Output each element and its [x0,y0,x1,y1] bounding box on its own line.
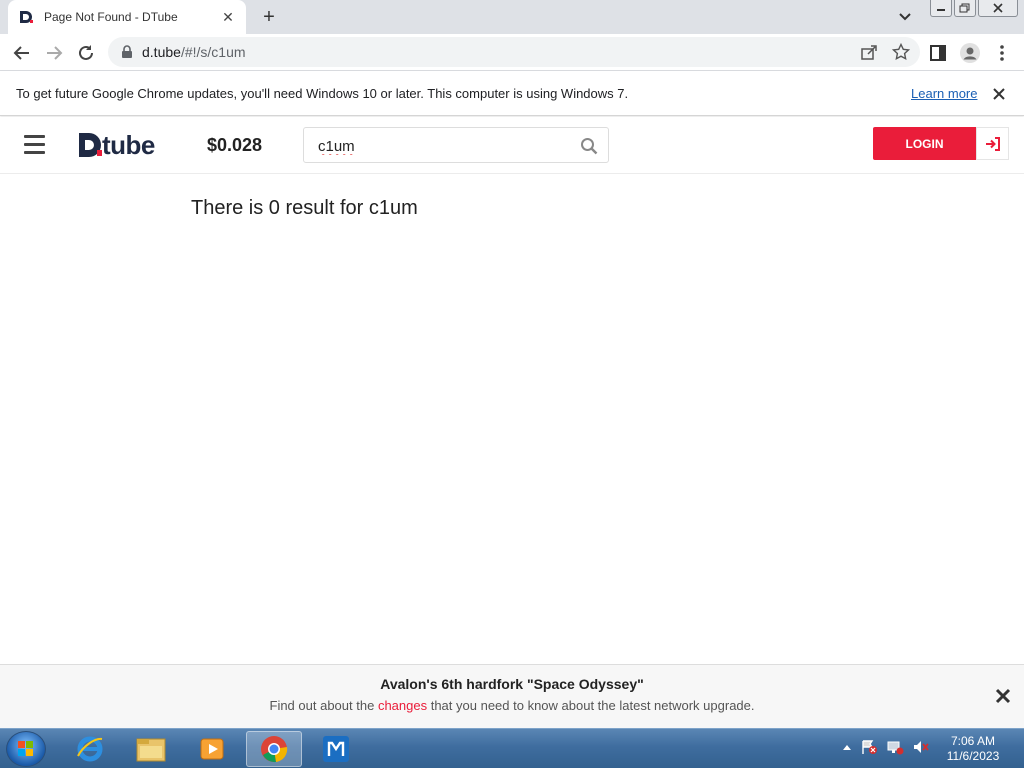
update-infobar: To get future Google Chrome updates, you… [0,71,1024,116]
system-tray [842,739,930,755]
side-panel-button[interactable] [926,41,950,65]
back-arrow-icon [13,46,29,60]
banner-changes-link[interactable]: changes [378,698,427,713]
dtube-logo[interactable]: tube [78,130,155,160]
browser-toolbar: d.tube/#!/s/c1um [0,34,1024,71]
internet-explorer-icon [77,736,103,762]
login-icon-button[interactable] [976,127,1009,160]
media-player-icon [200,738,224,760]
chrome-menu-button[interactable] [990,41,1014,65]
banner-subtitle: Find out about the changes that you need… [0,698,1024,713]
site-header: tube $0.028 LOGIN [0,117,1024,174]
dtc-price: $0.028 [207,135,263,155]
logo-wordmark: tube [102,129,155,160]
lock-icon [122,45,132,58]
taskbar-media-player[interactable] [184,731,240,767]
clock-time: 7:06 AM [950,734,996,748]
banner-text-after: that you need to know about the latest n… [430,698,755,713]
windows-logo-icon [18,741,33,756]
tab-strip: Page Not Found - DTube ✕ + [0,0,1024,34]
taskbar-clock[interactable]: 7:06 AM 11/6/2023 [940,734,1006,764]
share-icon[interactable] [860,43,878,61]
network-icon[interactable] [886,739,904,755]
taskbar-chrome[interactable] [246,731,302,767]
profile-avatar-icon [960,43,980,63]
sign-in-icon [985,136,1000,151]
infobar-message: To get future Google Chrome updates, you… [16,86,629,101]
side-panel-icon [930,45,946,61]
browser-tab[interactable]: Page Not Found - DTube ✕ [8,0,246,34]
minimize-icon [937,9,945,11]
kebab-menu-icon [1000,45,1004,61]
banner-title: Avalon's 6th hardfork "Space Odyssey" [380,676,644,692]
announcement-banner: Avalon's 6th hardfork "Space Odyssey" Fi… [0,664,1024,728]
taskbar-maxthon[interactable] [308,731,364,767]
bookmark-star-icon[interactable] [892,43,910,61]
tab-search-chevron-icon[interactable] [896,8,914,26]
maxthon-icon [323,736,349,762]
action-center-flag-icon[interactable] [860,739,878,755]
dtube-logo-mark-icon [79,133,102,157]
forward-arrow-icon [47,46,63,60]
start-button[interactable] [6,731,46,767]
search-result-message: There is 0 result for c1um [191,197,418,219]
chrome-icon [261,736,288,763]
learn-more-link[interactable]: Learn more [911,86,977,101]
search-icon[interactable] [580,137,598,155]
restore-icon [959,3,970,13]
taskbar-internet-explorer[interactable] [62,731,118,767]
clock-date: 11/6/2023 [946,749,1000,763]
login-button[interactable]: LOGIN [873,127,976,160]
new-tab-button[interactable]: + [258,6,280,28]
close-window-icon [993,3,1003,13]
volume-muted-icon[interactable] [912,739,930,755]
tab-close-icon[interactable]: ✕ [220,9,236,25]
omnibox-actions [860,43,910,61]
restore-button[interactable] [954,0,976,17]
tab-title: Page Not Found - DTube [44,10,178,24]
profile-button[interactable] [958,41,982,65]
hamburger-menu-icon[interactable] [24,135,45,155]
reload-icon [79,45,93,60]
forward-button[interactable] [42,41,66,65]
back-button[interactable] [10,41,34,65]
url-host: d.tube [142,44,181,60]
url-path: /#!/s/c1um [180,44,246,60]
banner-close-icon[interactable] [994,687,1012,705]
url-text: d.tube/#!/s/c1um [142,44,246,60]
search-input[interactable] [318,136,568,156]
search-box [303,127,609,163]
reload-button[interactable] [74,41,98,65]
tray-overflow-arrow-icon[interactable] [842,743,852,751]
taskbar-file-explorer[interactable] [123,731,179,767]
banner-text-before: Find out about the [269,698,375,713]
folder-icon [136,738,166,762]
minimize-button[interactable] [930,0,952,17]
windows-taskbar: 7:06 AM 11/6/2023 [0,728,1024,768]
close-window-button[interactable] [978,0,1018,17]
window-controls [930,0,1018,17]
dtube-favicon-icon [20,11,33,23]
infobar-close-icon[interactable] [990,85,1008,103]
address-bar[interactable]: d.tube/#!/s/c1um [108,37,920,67]
